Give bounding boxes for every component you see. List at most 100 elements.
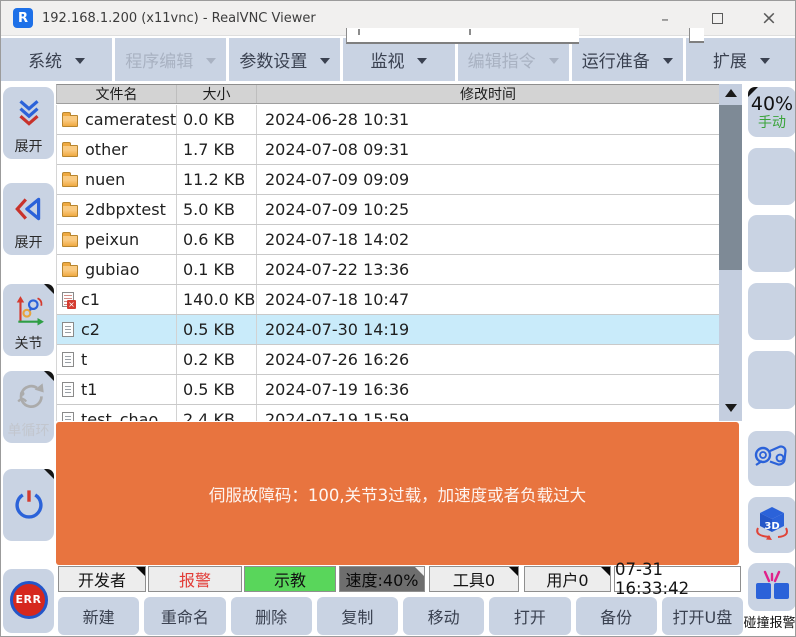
speed-value: 40% <box>751 93 793 115</box>
column-header-size[interactable]: 大小 <box>177 85 257 103</box>
status-user-frame[interactable]: 用户0 <box>524 566 611 592</box>
triangle-down-icon <box>725 404 737 412</box>
backup-button[interactable]: 备份 <box>576 597 657 635</box>
file-type-icon <box>62 265 78 277</box>
menu-program-edit: 程序编辑 <box>115 38 226 81</box>
svg-text:3D: 3D <box>764 521 779 532</box>
chevron-down-icon <box>206 58 216 64</box>
power-icon <box>3 487 54 521</box>
file-type-icon <box>62 322 74 337</box>
status-teach-mode[interactable]: 示教 <box>244 566 336 592</box>
file-type-icon <box>62 382 74 397</box>
table-scrollbar[interactable] <box>719 84 742 421</box>
sidebar-button-blank-1[interactable] <box>748 148 796 205</box>
scrollbar-thumb[interactable] <box>719 105 742 270</box>
new-button[interactable]: 新建 <box>58 597 139 635</box>
file-type-icon <box>62 145 78 157</box>
chevron-down-icon <box>760 58 770 64</box>
expand-down-icon <box>3 87 54 138</box>
menu-extension[interactable]: 扩展 <box>686 38 796 81</box>
sidebar-button-blank-3[interactable] <box>748 283 796 340</box>
scroll-up-button[interactable] <box>719 84 742 101</box>
err-icon: ERR <box>10 581 48 619</box>
table-row[interactable]: peixun 0.6 KB 2024-07-18 14:02 <box>57 225 719 255</box>
servo-alert-panel: 伺服故障码：100,关节3过载，加速度或者负载过大 <box>56 422 739 565</box>
file-table-body: cameratest 0.0 KB 2024-06-28 10:31 other… <box>56 105 719 421</box>
file-type-icon <box>62 352 74 367</box>
servo-alert-message: 伺服故障码：100,关节3过载，加速度或者负载过大 <box>209 482 586 506</box>
table-row-selected[interactable]: c2 0.5 KB 2024-07-30 14:19 <box>57 315 719 345</box>
chevron-down-icon <box>75 58 85 64</box>
manual-mode-label: 手动 <box>758 115 786 132</box>
menu-run-prepare[interactable]: 运行准备 <box>572 38 683 81</box>
remote-screen-artifact <box>469 29 471 35</box>
scroll-down-button[interactable] <box>719 399 742 416</box>
realvnc-logo-icon: R <box>13 8 33 28</box>
collision-alarm-icon <box>752 568 792 606</box>
table-row[interactable]: test_chao 2.4 KB 2024-07-19 15:59 <box>57 405 719 421</box>
chevron-down-icon <box>320 58 330 64</box>
power-button[interactable] <box>3 469 54 541</box>
corner-mark <box>509 567 518 576</box>
status-speed[interactable]: 速度:40% <box>339 566 425 592</box>
open-button[interactable]: 打开 <box>489 597 570 635</box>
menu-monitor[interactable]: 监视 <box>343 38 454 81</box>
status-tool[interactable]: 工具0 <box>429 566 519 592</box>
table-row[interactable]: 2dbpxtest 5.0 KB 2024-07-09 10:25 <box>57 195 719 225</box>
copy-button[interactable]: 复制 <box>317 597 398 635</box>
expand-left-icon <box>3 183 54 234</box>
move-button[interactable]: 移动 <box>403 597 484 635</box>
triangle-up-icon <box>725 89 737 97</box>
collision-alarm-label: 碰撞报警 <box>742 612 796 631</box>
view-3d-button[interactable]: 3D <box>748 497 796 553</box>
minimize-button[interactable]: – <box>639 1 691 36</box>
rename-button[interactable]: 重命名 <box>144 597 225 635</box>
close-button[interactable]: × <box>743 1 795 36</box>
file-type-icon <box>62 205 78 217</box>
single-cycle-button[interactable]: 单循环 <box>3 371 54 443</box>
remote-screen-artifact <box>689 28 704 43</box>
remote-screen-artifact <box>358 29 360 35</box>
open-usb-button[interactable]: 打开U盘 <box>662 597 743 635</box>
view-3d-icon: 3D <box>752 504 792 546</box>
chevron-down-icon <box>549 58 559 64</box>
column-header-filename[interactable]: 文件名 <box>57 85 177 103</box>
collision-alarm-button[interactable] <box>748 563 796 611</box>
drag-teach-button[interactable] <box>748 431 796 486</box>
table-row[interactable]: c1 140.0 KB 2024-07-18 10:47 <box>57 285 719 315</box>
drag-teach-icon <box>752 439 792 479</box>
corner-mark <box>601 567 610 576</box>
table-row[interactable]: nuen 11.2 KB 2024-07-09 09:09 <box>57 165 719 195</box>
sidebar-button-blank-4[interactable] <box>748 351 796 409</box>
speed-mode-button[interactable]: 40% 手动 <box>748 87 796 137</box>
file-type-icon <box>62 292 74 307</box>
table-row[interactable]: other 1.7 KB 2024-07-08 09:31 <box>57 135 719 165</box>
table-row[interactable]: gubiao 0.1 KB 2024-07-22 13:36 <box>57 255 719 285</box>
menu-system[interactable]: 系统 <box>1 38 112 81</box>
table-row[interactable]: cameratest 0.0 KB 2024-06-28 10:31 <box>57 105 719 135</box>
file-type-icon <box>62 115 78 127</box>
error-button[interactable]: ERR <box>3 569 54 633</box>
file-action-bar: 新建 重命名 删除 复制 移动 打开 备份 打开U盘 <box>58 597 743 635</box>
column-header-modified[interactable]: 修改时间 <box>257 85 719 103</box>
delete-button[interactable]: 删除 <box>231 597 312 635</box>
status-datetime: 07-31 16:33:42 <box>614 566 741 592</box>
expand-down-button[interactable]: 展开 <box>3 87 54 159</box>
chevron-down-icon <box>417 58 427 64</box>
table-row[interactable]: t 0.2 KB 2024-07-26 16:26 <box>57 345 719 375</box>
table-header: 文件名 大小 修改时间 <box>56 84 719 104</box>
status-user-role[interactable]: 开发者 <box>58 566 146 592</box>
table-row[interactable]: t1 0.5 KB 2024-07-19 16:36 <box>57 375 719 405</box>
menu-edit-command: 编辑指令 <box>458 38 569 81</box>
menu-parameter-settings[interactable]: 参数设置 <box>229 38 340 81</box>
window-title: 192.168.1.200 (x11vnc) - RealVNC Viewer <box>42 11 316 26</box>
expand-left-button[interactable]: 展开 <box>3 183 54 255</box>
window-controls: – × <box>639 1 795 36</box>
sidebar-button-blank-2[interactable] <box>748 215 796 272</box>
joint-mode-button[interactable]: 关节 <box>3 284 54 356</box>
file-type-icon <box>62 235 78 247</box>
remote-screen-artifact <box>346 28 579 44</box>
corner-mark <box>136 567 145 576</box>
status-alarm[interactable]: 报警 <box>148 566 242 592</box>
file-type-icon <box>62 175 78 187</box>
